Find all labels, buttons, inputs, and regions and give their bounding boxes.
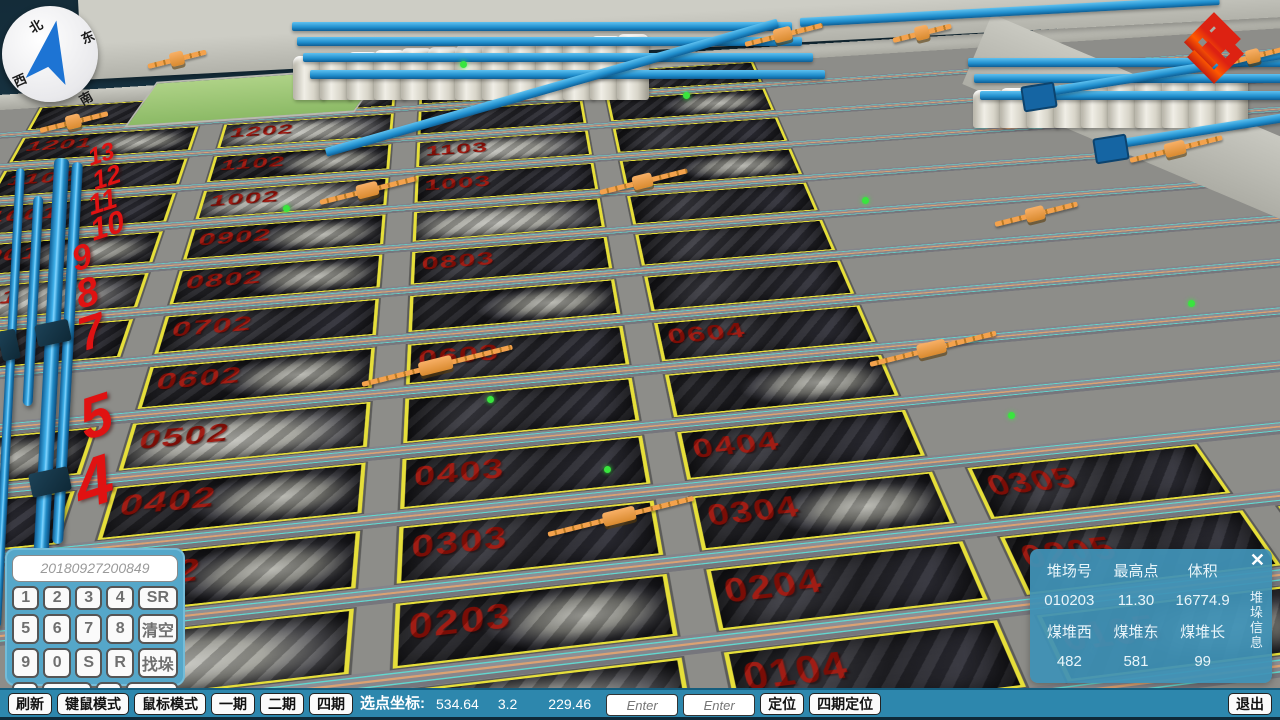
phase4-button[interactable]: 四期 bbox=[309, 693, 353, 715]
keypad-row: 5678清空 bbox=[12, 614, 178, 644]
pile-label: 1102 bbox=[218, 153, 287, 174]
pile-label: 0305 bbox=[980, 461, 1084, 503]
coord-input-1[interactable] bbox=[606, 694, 678, 716]
info-label-highest: 最高点 bbox=[1103, 560, 1170, 581]
company-logo-icon bbox=[1168, 10, 1260, 91]
keypad-row: 90SR找垛 bbox=[12, 648, 178, 678]
pile-label: 1003 bbox=[424, 172, 491, 194]
key-r[interactable]: R bbox=[106, 648, 133, 678]
status-dot-green bbox=[460, 61, 467, 68]
find-pile-button[interactable]: 找垛 bbox=[138, 648, 178, 678]
pile-label: 0104 bbox=[739, 643, 855, 688]
pile-label: 0403 bbox=[413, 452, 505, 493]
info-value-highest: 11.30 bbox=[1103, 592, 1170, 609]
pile-label: 0702 bbox=[169, 311, 255, 342]
pile-label: 0404 bbox=[689, 425, 783, 464]
pile-label: 1002 bbox=[208, 187, 282, 210]
status-dot-green bbox=[1188, 300, 1195, 307]
pile-label: 0203 bbox=[408, 595, 513, 648]
coord-x-value: 534.64 bbox=[436, 693, 479, 715]
pile-label: 0604 bbox=[665, 318, 749, 349]
pile-label: 0204 bbox=[720, 561, 827, 611]
info-value-east: 581 bbox=[1103, 653, 1170, 670]
key-0[interactable]: 0 bbox=[43, 648, 70, 678]
bottom-toolbar: 刷新键鼠模式鼠标模式一期二期四期 选点坐标: 534.64 3.2 229.46… bbox=[0, 688, 1280, 720]
pile-label: 0902 bbox=[196, 225, 274, 250]
toolbar-mid-buttons: 定位四期定位 bbox=[760, 693, 881, 715]
mouse-mode-button[interactable]: 鼠标模式 bbox=[134, 693, 206, 715]
locate-button[interactable]: 定位 bbox=[760, 693, 804, 715]
key-1[interactable]: 1 bbox=[12, 586, 39, 610]
clear-button[interactable]: 清空 bbox=[138, 614, 178, 644]
phase4-locate-button[interactable]: 四期定位 bbox=[809, 693, 881, 715]
conveyor-junction-box bbox=[1020, 82, 1058, 113]
refresh-button[interactable]: 刷新 bbox=[8, 693, 52, 715]
stock-search-keypad: 20180927200849 1234SR5678清空90SR找垛<看历史>找设… bbox=[5, 548, 185, 686]
coord-label: 选点坐标: bbox=[360, 693, 425, 715]
coord-input-2[interactable] bbox=[683, 694, 755, 716]
coord-z-value: 229.46 bbox=[548, 693, 591, 715]
pile-label: 1202 bbox=[228, 121, 295, 140]
status-dot-green bbox=[1008, 412, 1015, 419]
pile-label: 0602 bbox=[153, 361, 245, 395]
phase2-button[interactable]: 二期 bbox=[260, 693, 304, 715]
conveyor-junction-box bbox=[1092, 134, 1130, 165]
close-icon[interactable]: ✕ bbox=[1250, 550, 1265, 571]
info-value-volume: 16774.9 bbox=[1169, 592, 1236, 609]
key-sr[interactable]: SR bbox=[138, 586, 178, 610]
status-dot-green bbox=[487, 396, 494, 403]
pile-label: 0502 bbox=[135, 417, 232, 455]
pile-label: 0303 bbox=[411, 519, 509, 565]
pile-label: 0304 bbox=[704, 489, 804, 533]
coord-y-value: 3.2 bbox=[498, 693, 517, 715]
info-value-yard-no: 010203 bbox=[1036, 592, 1103, 609]
pile-info-grid: 堆场号 最高点 体积 010203 11.30 16774.9 煤堆西 煤堆东 … bbox=[1036, 555, 1236, 677]
compass[interactable]: 北 东 西 南 bbox=[2, 6, 98, 102]
info-value-length: 99 bbox=[1169, 653, 1236, 670]
info-label-yard-no: 堆场号 bbox=[1036, 560, 1103, 581]
pile-label: 0402 bbox=[116, 480, 220, 523]
conveyor-gantry-beam bbox=[292, 22, 792, 31]
keypad-display[interactable]: 20180927200849 bbox=[12, 555, 178, 582]
key-7[interactable]: 7 bbox=[75, 614, 102, 644]
key-6[interactable]: 6 bbox=[43, 614, 70, 644]
pile-info-panel: ✕ 堆场号 最高点 体积 010203 11.30 16774.9 煤堆西 煤堆… bbox=[1030, 549, 1272, 683]
key-9[interactable]: 9 bbox=[12, 648, 39, 678]
status-dot-green bbox=[604, 466, 611, 473]
pile-label: 0803 bbox=[421, 248, 495, 275]
exit-button[interactable]: 退出 bbox=[1228, 693, 1272, 715]
info-label-west: 煤堆西 bbox=[1036, 621, 1103, 642]
key-s[interactable]: S bbox=[75, 648, 102, 678]
info-value-west: 482 bbox=[1036, 653, 1103, 670]
key-3[interactable]: 3 bbox=[75, 586, 102, 610]
keyboard-mouse-mode-button[interactable]: 键鼠模式 bbox=[57, 693, 129, 715]
key-2[interactable]: 2 bbox=[43, 586, 70, 610]
phase1-button[interactable]: 一期 bbox=[211, 693, 255, 715]
key-8[interactable]: 8 bbox=[106, 614, 133, 644]
status-dot-green bbox=[283, 205, 290, 212]
compass-north-label: 北 bbox=[25, 14, 46, 37]
info-label-length: 煤堆长 bbox=[1169, 621, 1236, 642]
status-dot-green bbox=[862, 197, 869, 204]
toolbar-left-buttons: 刷新键鼠模式鼠标模式一期二期四期 bbox=[8, 693, 353, 715]
keypad-row: 1234SR bbox=[12, 586, 178, 610]
info-label-volume: 体积 bbox=[1169, 560, 1236, 581]
pile-info-side-label: 堆垛信息 bbox=[1246, 591, 1265, 651]
pile-label: 1103 bbox=[425, 139, 488, 159]
key-5[interactable]: 5 bbox=[12, 614, 39, 644]
key-4[interactable]: 4 bbox=[106, 586, 133, 610]
pile-label: 0802 bbox=[183, 266, 265, 294]
coal-yard-monitor-app: 1201120211011102110310011002100309010902… bbox=[0, 0, 1280, 720]
info-label-east: 煤堆东 bbox=[1103, 621, 1170, 642]
conveyor-gantry-beam bbox=[303, 53, 813, 62]
status-dot-green bbox=[683, 92, 690, 99]
